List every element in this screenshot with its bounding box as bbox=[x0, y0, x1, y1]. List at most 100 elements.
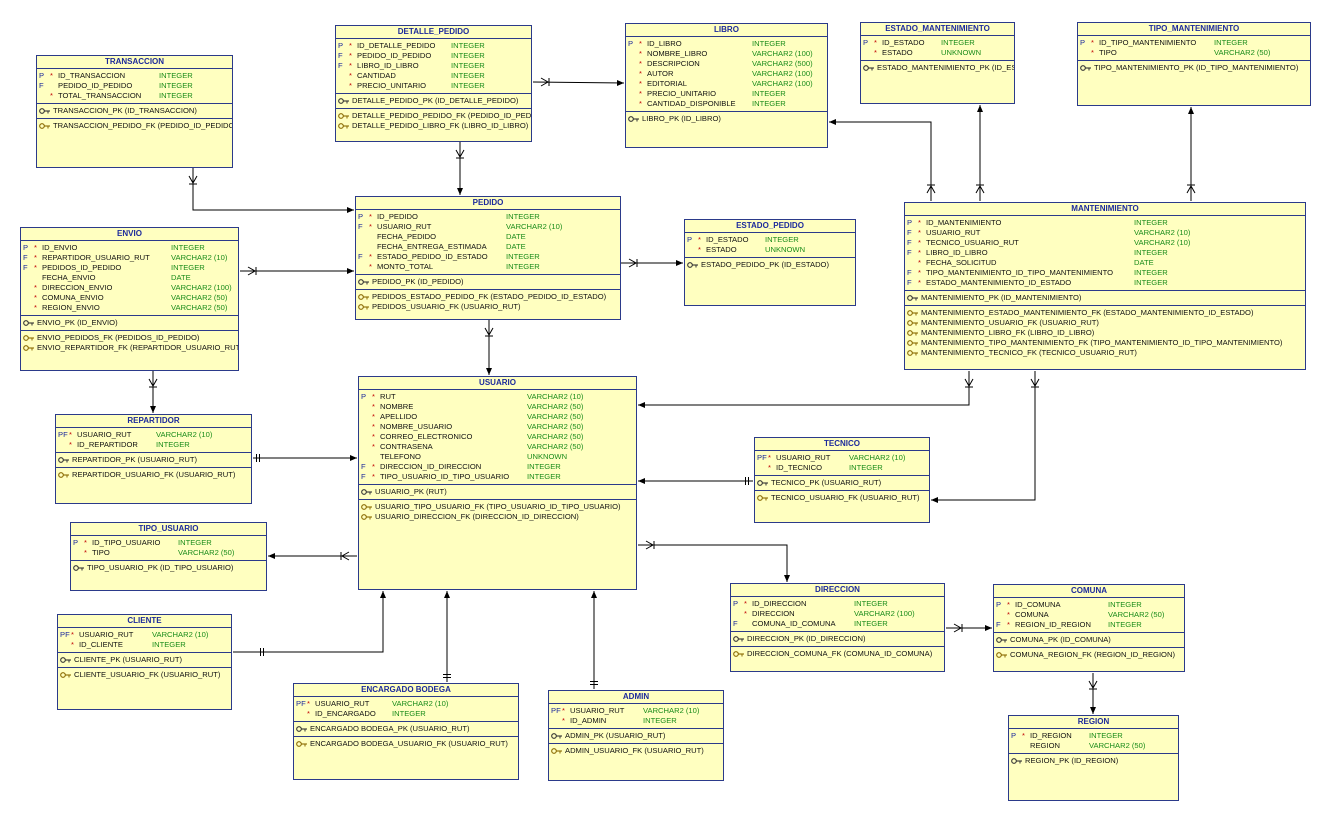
column-row: P * ID_ENVIO INTEGER bbox=[21, 243, 238, 253]
entity-envio[interactable]: ENVIO P * ID_ENVIO INTEGER F * REPARTIDOR_USUAR… bbox=[20, 227, 239, 371]
mandatory-flag: * bbox=[1091, 38, 1094, 47]
column-row: * CANTIDAD INTEGER bbox=[336, 71, 531, 81]
foreign-key-row: PEDIDOS_ESTADO_PEDIDO_FK (ESTADO_PEDIDO_… bbox=[356, 292, 620, 302]
column-name: ID_ENCARGADO bbox=[315, 709, 376, 718]
column-row: * TIPO VARCHAR2 (50) bbox=[71, 548, 266, 558]
mandatory-flag: * bbox=[1007, 620, 1010, 629]
key-icon bbox=[1080, 65, 1091, 71]
mandatory-flag: * bbox=[307, 709, 310, 718]
column-name: USUARIO_RUT bbox=[926, 228, 981, 237]
mandatory-flag: * bbox=[372, 472, 375, 481]
column-list: P * ID_TIPO_MANTENIMIENTO INTEGER * TIPO VARCH… bbox=[1078, 36, 1310, 61]
column-type: INTEGER bbox=[1108, 620, 1142, 629]
entity-tipo-usuario[interactable]: TIPO_USUARIO P * ID_TIPO_USUARIO INTEGER * TIP… bbox=[70, 522, 267, 591]
column-type: VARCHAR2 (50) bbox=[527, 422, 584, 431]
entity-tecnico[interactable]: TECNICO PF * USUARIO_RUT VARCHAR2 (10) * ID_TE… bbox=[754, 437, 930, 523]
entity-cliente[interactable]: CLIENTE PF * USUARIO_RUT VARCHAR2 (10) * ID_CL… bbox=[57, 614, 232, 710]
column-name: RUT bbox=[380, 392, 396, 401]
entity-mantenimiento[interactable]: MANTENIMIENTO P * ID_MANTENIMIENTO INTEGER F *… bbox=[904, 202, 1306, 370]
foreign-key-icon bbox=[23, 345, 34, 351]
mandatory-flag: * bbox=[372, 402, 375, 411]
primary-key-row: TECNICO_PK (USUARIO_RUT) bbox=[755, 478, 929, 488]
column-list: P * ID_DIRECCION INTEGER * DIRECCION VARCHAR2 … bbox=[731, 597, 944, 632]
column-name: ID_TIPO_USUARIO bbox=[92, 538, 161, 547]
mandatory-flag: * bbox=[369, 252, 372, 261]
column-type: UNKNOWN bbox=[941, 48, 982, 57]
foreign-key-list: ENVIO_PEDIDOS_FK (PEDIDOS_ID_PEDIDO) ENV… bbox=[21, 331, 238, 355]
column-list: P * RUT VARCHAR2 (10) * NOMBRE VARCHAR2 (50) * A… bbox=[359, 390, 636, 485]
foreign-key-icon bbox=[907, 340, 918, 346]
foreign-key-list: CLIENTE_USUARIO_FK (USUARIO_RUT) bbox=[58, 668, 231, 682]
column-type: VARCHAR2 (10) bbox=[643, 706, 700, 715]
arrowhead bbox=[638, 402, 645, 408]
primary-key-name: REGION_PK (ID_REGION) bbox=[1025, 756, 1119, 765]
column-name: USUARIO_RUT bbox=[77, 430, 132, 439]
primary-key-list: USUARIO_PK (RUT) bbox=[359, 485, 636, 500]
column-type: VARCHAR2 (50) bbox=[1089, 741, 1146, 750]
mandatory-flag: * bbox=[918, 218, 921, 227]
column-row: * CANTIDAD_DISPONIBLE INTEGER bbox=[626, 99, 827, 109]
entity-direccion[interactable]: DIRECCION P * ID_DIRECCION INTEGER * DIRECCION… bbox=[730, 583, 945, 672]
column-name: APELLIDO bbox=[380, 412, 418, 421]
primary-key-row: REPARTIDOR_PK (USUARIO_RUT) bbox=[56, 455, 251, 465]
primary-key-name: PEDIDO_PK (ID_PEDIDO) bbox=[372, 277, 464, 286]
column-type: VARCHAR2 (50) bbox=[178, 548, 235, 557]
mandatory-flag: * bbox=[50, 71, 53, 80]
arrowhead bbox=[638, 478, 645, 484]
column-name: ESTADO bbox=[706, 245, 737, 254]
entity-libro[interactable]: LIBRO P * ID_LIBRO INTEGER * NOMBRE_LIBRO VARCH… bbox=[625, 23, 828, 148]
entity-pedido[interactable]: PEDIDO P * ID_PEDIDO INTEGER F * USUARIO_RUT VAR… bbox=[355, 196, 621, 320]
column-name: COMUNA bbox=[1015, 610, 1049, 619]
key-flag: F bbox=[338, 51, 343, 60]
entity-comuna[interactable]: COMUNA P * ID_COMUNA INTEGER * COMUNA VARCHAR2 … bbox=[993, 584, 1185, 672]
foreign-key-row: ENVIO_REPARTIDOR_FK (REPARTIDOR_USUARIO_… bbox=[21, 343, 238, 353]
column-row: * ESTADO UNKNOWN bbox=[685, 245, 855, 255]
primary-key-name: TIPO_MANTENIMIENTO_PK (ID_TIPO_MANTENIMI… bbox=[1094, 63, 1299, 72]
column-row: * CONTRASENA VARCHAR2 (50) bbox=[359, 442, 636, 452]
entity-tipo-mantenimiento[interactable]: TIPO_MANTENIMIENTO P * ID_TIPO_MANTENIMIENT… bbox=[1077, 22, 1311, 106]
column-type: VARCHAR2 (10) bbox=[152, 630, 209, 639]
column-name: FECHA_SOLICITUD bbox=[926, 258, 997, 267]
column-type: INTEGER bbox=[765, 235, 799, 244]
column-type: UNKNOWN bbox=[765, 245, 806, 254]
column-row: * ID_CLIENTE INTEGER bbox=[58, 640, 231, 650]
entity-transaccion[interactable]: TRANSACCION P * ID_TRANSACCION INTEGER F PEDID… bbox=[36, 55, 233, 168]
entity-repartidor[interactable]: REPARTIDOR PF * USUARIO_RUT VARCHAR2 (10) * ID… bbox=[55, 414, 252, 504]
column-name: ID_ADMIN bbox=[570, 716, 607, 725]
column-type: VARCHAR2 (50) bbox=[1108, 610, 1165, 619]
column-row: F * TECNICO_USUARIO_RUT VARCHAR2 (10) bbox=[905, 238, 1305, 248]
arrowhead bbox=[829, 119, 836, 125]
mandatory-flag: * bbox=[1022, 731, 1025, 740]
key-flag: F bbox=[23, 253, 28, 262]
entity-estado-pedido[interactable]: ESTADO_PEDIDO P * ID_ESTADO INTEGER * ESTADO UN… bbox=[684, 219, 856, 306]
key-icon bbox=[757, 480, 768, 486]
entity-region[interactable]: REGION P * ID_REGION INTEGER REGION VARCHAR2 (… bbox=[1008, 715, 1179, 801]
column-type: INTEGER bbox=[451, 41, 485, 50]
mandatory-flag: * bbox=[34, 263, 37, 272]
column-list: PF * USUARIO_RUT VARCHAR2 (10) * ID_TECNICO IN… bbox=[755, 451, 929, 476]
foreign-key-list: DIRECCION_COMUNA_FK (COMUNA_ID_COMUNA) bbox=[731, 647, 944, 661]
entity-encargado-bodega[interactable]: ENCARGADO BODEGA PF * USUARIO_RUT VARCHAR2 (… bbox=[293, 683, 519, 780]
column-row: * EDITORIAL VARCHAR2 (100) bbox=[626, 79, 827, 89]
entity-admin[interactable]: ADMIN PF * USUARIO_RUT VARCHAR2 (10) * ID_ADMI… bbox=[548, 690, 724, 781]
key-flag: PF bbox=[58, 430, 68, 439]
foreign-key-list: ENCARGADO BODEGA_USUARIO_FK (USUARIO_RUT… bbox=[294, 737, 518, 751]
entity-usuario[interactable]: USUARIO P * RUT VARCHAR2 (10) * NOMBRE VARCHAR2… bbox=[358, 376, 637, 590]
column-type: INTEGER bbox=[527, 472, 561, 481]
column-row: PF * USUARIO_RUT VARCHAR2 (10) bbox=[56, 430, 251, 440]
foreign-key-name: DIRECCION_COMUNA_FK (COMUNA_ID_COMUNA) bbox=[747, 649, 933, 658]
entity-detalle-pedido[interactable]: DETALLE_PEDIDO P * ID_DETALLE_PEDIDO INTEGER… bbox=[335, 25, 532, 142]
foreign-key-list: MANTENIMIENTO_ESTADO_MANTENIMIENTO_FK (E… bbox=[905, 306, 1305, 360]
mandatory-flag: * bbox=[71, 630, 74, 639]
mandatory-flag: * bbox=[639, 69, 642, 78]
mandatory-flag: * bbox=[372, 442, 375, 451]
column-row: * NOMBRE_LIBRO VARCHAR2 (100) bbox=[626, 49, 827, 59]
column-type: INTEGER bbox=[527, 462, 561, 471]
foreign-key-name: DETALLE_PEDIDO_LIBRO_FK (LIBRO_ID_LIBRO) bbox=[352, 121, 529, 130]
foreign-key-icon bbox=[907, 350, 918, 356]
key-icon bbox=[628, 116, 639, 122]
column-name: NOMBRE_LIBRO bbox=[647, 49, 708, 58]
column-name: COMUNA_ENVIO bbox=[42, 293, 104, 302]
mandatory-flag: * bbox=[918, 238, 921, 247]
entity-estado-mantenimiento[interactable]: ESTADO_MANTENIMIENTO P * ID_ESTADO INTEGER * E… bbox=[860, 22, 1015, 104]
